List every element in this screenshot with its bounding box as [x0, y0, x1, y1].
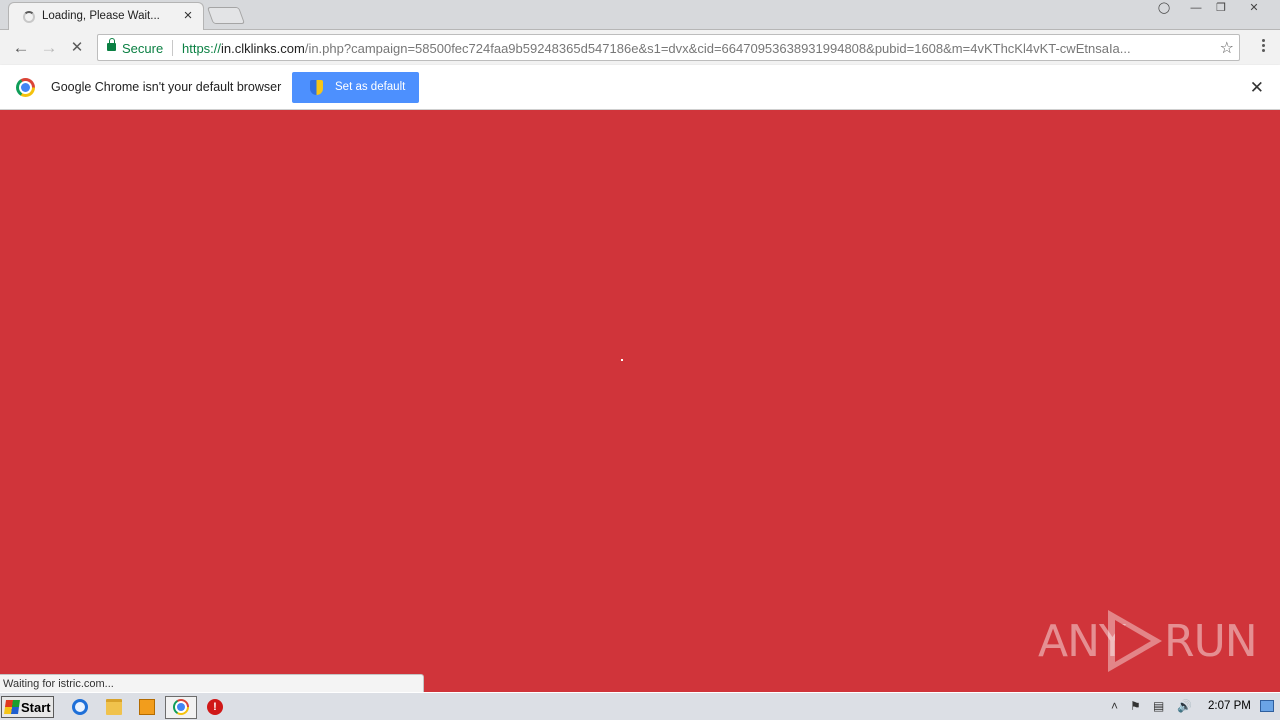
network-icon[interactable]: ▤ [1153, 699, 1164, 713]
loading-dot [621, 359, 623, 361]
stop-loading-button[interactable]: ✕ [66, 37, 88, 59]
infobar-close-icon[interactable]: ✕ [1250, 78, 1264, 98]
close-window-button[interactable]: ✕ [1242, 1, 1266, 17]
page-content: ANY RUN [0, 110, 1280, 692]
minimize-button[interactable]: — [1184, 1, 1208, 17]
url-host: in.clklinks.com [221, 41, 305, 56]
media-player-icon[interactable] [139, 699, 155, 715]
default-browser-infobar: Google Chrome isn't your default browser… [0, 65, 1280, 110]
set-as-default-button[interactable]: Set as default [292, 72, 419, 103]
stop-icon[interactable]: ! [207, 699, 223, 715]
windows-logo-icon [4, 700, 20, 714]
url-path: /in.php?campaign=58500fec724faa9b5924836… [304, 41, 1131, 56]
status-bubble: Waiting for istric.com... [0, 674, 424, 692]
volume-icon[interactable]: 🔊 [1177, 699, 1192, 713]
forward-button[interactable]: → [38, 37, 60, 59]
chrome-logo-icon [16, 78, 35, 97]
back-button[interactable]: ← [10, 37, 32, 59]
play-logo-icon [1108, 610, 1162, 672]
infobar-message: Google Chrome isn't your default browser [51, 80, 282, 94]
tab-close-icon[interactable]: × [181, 8, 195, 24]
tab-active[interactable]: Loading, Please Wait... × [8, 2, 204, 30]
system-clock[interactable]: 2:07 PM [1208, 700, 1251, 712]
tray-expand-icon[interactable]: ˄ [1111, 699, 1118, 713]
action-center-flag-icon[interactable]: ⚑ [1130, 699, 1141, 713]
url-scheme: https:// [182, 41, 222, 56]
loading-spinner-icon [23, 11, 35, 23]
anyrun-watermark: ANY RUN [1038, 610, 1258, 672]
tab-strip: Loading, Please Wait... × ◯ — ❐ ✕ [0, 0, 1280, 30]
internet-explorer-icon[interactable] [72, 699, 88, 715]
new-tab-button[interactable] [206, 7, 246, 24]
address-bar[interactable]: Secure https://in.clklinks.com/in.php?ca… [97, 34, 1240, 61]
start-button[interactable]: Start [1, 696, 54, 718]
browser-toolbar: ← → ✕ Secure https://in.clklinks.com/in.… [0, 30, 1280, 65]
omnibox-separator [172, 40, 173, 56]
screen: Loading, Please Wait... × ◯ — ❐ ✕ ← → ✕ … [0, 0, 1280, 720]
tab-title: Loading, Please Wait... [42, 10, 160, 22]
chrome-taskbar-button[interactable] [165, 696, 197, 719]
chrome-menu-icon[interactable] [1262, 39, 1266, 55]
chrome-icon [173, 699, 189, 715]
set-as-default-label: Set as default [335, 81, 406, 93]
taskbar: Start ! ˄ ⚑ ▤ 🔊 2:07 PM [0, 692, 1280, 720]
watermark-run: RUN [1164, 616, 1258, 667]
url-text[interactable]: https://in.clklinks.com/in.php?campaign=… [182, 41, 1210, 56]
lock-icon [107, 38, 116, 51]
secure-label: Secure [122, 41, 164, 56]
uac-shield-icon [310, 80, 323, 95]
restore-button[interactable]: ❐ [1209, 1, 1233, 17]
start-label: Start [21, 700, 51, 715]
show-desktop-icon[interactable] [1260, 700, 1274, 712]
profile-icon[interactable]: ◯ [1152, 1, 1176, 17]
explorer-folder-icon[interactable] [106, 699, 122, 715]
bookmark-star-icon[interactable]: ☆ [1220, 38, 1234, 58]
